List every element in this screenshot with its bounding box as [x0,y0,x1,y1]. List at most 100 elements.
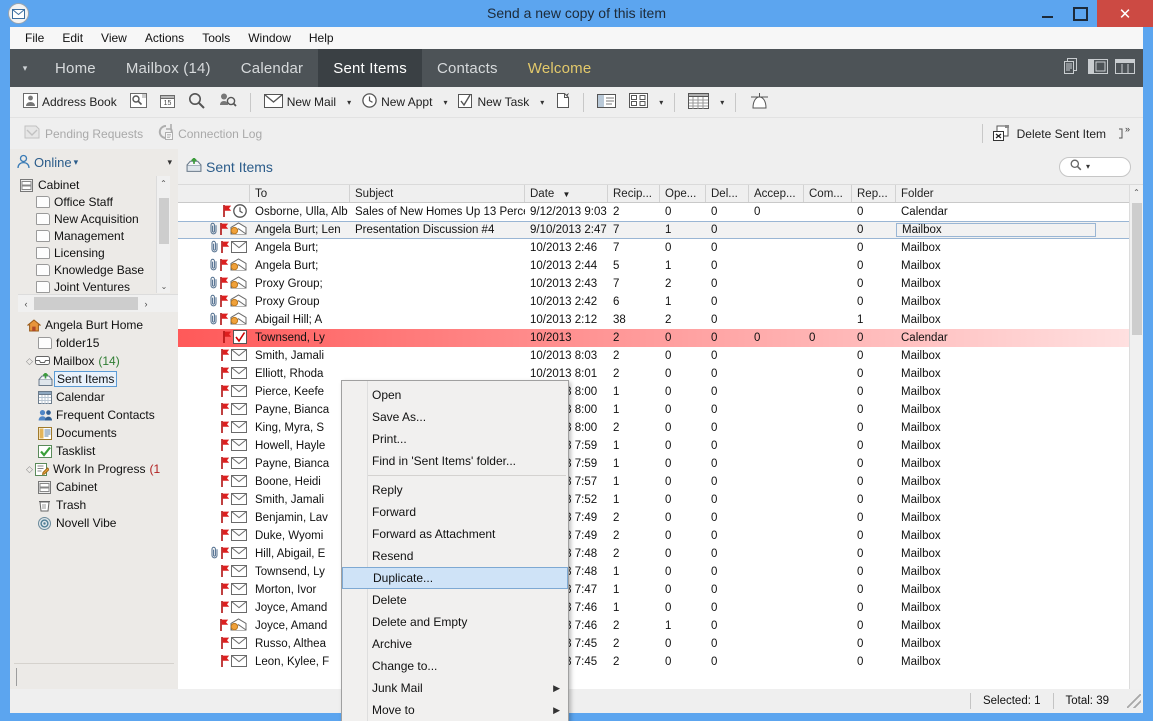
column-header-replied[interactable]: Rep... [852,185,896,202]
scroll-thumb[interactable] [159,198,169,244]
menu-view[interactable]: View [92,28,136,48]
table-row[interactable]: Boone, Heidi10/2013 7:571000Mailbox [178,473,1143,491]
filter-button[interactable] [744,90,775,114]
sidebar-item-calendar[interactable]: Calendar [14,388,178,406]
table-row[interactable]: Elliott, Rhoda 10/2013 8:01 2 0 0 0 Mailbox [178,365,1143,383]
sidebar-item-folder15[interactable]: folder15 [14,334,178,352]
table-row[interactable]: Townsend, Ly10/2013 7:481000Mailbox [178,563,1143,581]
minimize-button[interactable] [1031,0,1064,27]
sidebar-item-angela-burt-home[interactable]: Angela Burt Home [14,316,178,334]
table-row[interactable]: Joyce, Amand10/2013 7:461000Mailbox [178,599,1143,617]
column-header-completed[interactable]: Com... [804,185,852,202]
column-header-opened[interactable]: Ope... [660,185,706,202]
toolbar-overflow-button[interactable]: » [1111,122,1137,146]
sidebar-item-tasklist[interactable]: Tasklist [14,442,178,460]
tree-item-licensing[interactable]: Licensing [18,244,170,261]
tab-dropdown-caret-icon[interactable]: ▾ [10,49,40,87]
sidebar-item-novell-vibe[interactable]: Novell Vibe [14,514,178,532]
column-header-icons[interactable] [178,185,250,202]
table-row[interactable]: Abigail Hill; A 10/2013 2:12 38 2 0 1 Mailbox [178,311,1143,329]
context-menu-item-duplicate[interactable]: Duplicate... [342,567,568,589]
table-row[interactable]: Morton, Ivor10/2013 7:471000Mailbox [178,581,1143,599]
tab-contacts[interactable]: Contacts [422,49,513,87]
table-row[interactable]: Pierce, Keefe10/2013 8:001000Mailbox [178,383,1143,401]
context-menu-item-change-to[interactable]: Change to... [342,655,568,677]
column-header-accepted[interactable]: Accep... [749,185,804,202]
new-mail-caret-icon[interactable]: ▾ [344,98,354,107]
context-menu-item-delete-and-empty[interactable]: Delete and Empty [342,611,568,633]
column-header-date[interactable]: Date ▼ [525,185,608,202]
pane-layout-left-icon[interactable] [1088,59,1108,77]
copy-tabs-icon[interactable] [1064,58,1081,78]
context-menu-item-open[interactable]: Open [342,384,568,406]
search-caret-icon[interactable]: ▾ [1086,162,1090,171]
context-menu-item-forward[interactable]: Forward [342,501,568,523]
menu-window[interactable]: Window [239,28,300,48]
tree-item-office-staff[interactable]: Office Staff [18,193,170,210]
delete-sent-item-button[interactable]: Delete Sent Item [988,122,1111,146]
tab-calendar[interactable]: Calendar [226,49,318,87]
menu-edit[interactable]: Edit [53,28,92,48]
table-row[interactable]: Hill, Abigail, E10/2013 7:482000Mailbox [178,545,1143,563]
context-menu-item-print[interactable]: Print... [342,428,568,450]
calendar-grid-button[interactable] [683,90,714,114]
column-header-folder[interactable]: Folder [896,185,1096,202]
tab-home[interactable]: Home [40,49,111,87]
sidebar-item-frequent-contacts[interactable]: Frequent Contacts [14,406,178,424]
new-document-button[interactable] [550,90,575,114]
context-menu-item-save-as[interactable]: Save As... [342,406,568,428]
calendar-grid-caret-icon[interactable]: ▾ [717,98,727,107]
table-row[interactable]: Angela Burt; 10/2013 2:44 5 1 0 0 Mailbox [178,257,1143,275]
column-header-to[interactable]: To [250,185,350,202]
column-header-deleted[interactable]: Del... [706,185,749,202]
table-row[interactable]: Angela Burt; Len Presentation Discussion … [178,221,1143,239]
context-menu-item-junk-mail[interactable]: Junk Mail ▶ [342,677,568,699]
context-menu-item-forward-as-attachment[interactable]: Forward as Attachment [342,523,568,545]
new-task-button[interactable]: New Task [453,90,534,114]
message-list-scrollbar[interactable]: ⌃ [1129,185,1143,689]
menu-file[interactable]: File [16,28,53,48]
search-input[interactable]: ▾ [1059,156,1131,177]
new-task-caret-icon[interactable]: ▾ [537,98,547,107]
expander-icon[interactable]: ◇ [24,356,35,367]
table-row[interactable]: Howell, Hayle10/2013 7:591000Mailbox [178,437,1143,455]
table-row[interactable]: Leon, Kylee, F10/2013 7:452000Mailbox [178,653,1143,671]
address-selector-button[interactable] [125,90,152,114]
sidebar-item-mailbox[interactable]: ◇ Mailbox (14) [14,352,178,370]
scroll-left-icon[interactable]: ‹ [18,299,34,309]
tree-item-management[interactable]: Management [18,227,170,244]
table-row[interactable]: Osborne, Ulla, Alb Sales of New Homes Up … [178,203,1143,221]
menu-actions[interactable]: Actions [136,28,193,48]
tree-item-new-acquisition[interactable]: New Acquisition [18,210,170,227]
scroll-thumb[interactable] [1132,203,1142,335]
sidebar-item-work-in-progress[interactable]: ◇ Work In Progress (1 [14,460,178,478]
tree-item-joint-ventures[interactable]: Joint Ventures [18,278,170,293]
display-settings-button[interactable] [624,90,653,114]
table-row[interactable]: King, Myra, S10/2013 8:002000Mailbox [178,419,1143,437]
online-caret-icon[interactable]: ▾ [74,157,79,168]
table-row[interactable]: Proxy Group 10/2013 2:42 6 1 0 0 Mailbox [178,293,1143,311]
menu-help[interactable]: Help [300,28,343,48]
maximize-button[interactable] [1064,0,1097,27]
scroll-down-icon[interactable]: ⌄ [157,279,170,293]
resize-grip-icon[interactable] [1127,694,1141,708]
sidebar-item-cabinet[interactable]: Cabinet [14,478,178,496]
tab-welcome[interactable]: Welcome [513,49,607,87]
table-row[interactable]: Benjamin, Lav10/2013 7:492000Mailbox [178,509,1143,527]
cabinet-horizontal-scrollbar[interactable]: ‹ › [18,294,184,312]
new-appt-caret-icon[interactable]: ▾ [440,98,450,107]
menu-tools[interactable]: Tools [193,28,239,48]
table-row[interactable]: Payne, Bianca10/2013 7:591000Mailbox [178,455,1143,473]
expander-icon[interactable]: ◇ [24,464,35,475]
online-status-bar[interactable]: Online ▾ ▾ [10,149,178,176]
context-menu[interactable]: Open Save As... Print... Find in 'Sent Item… [341,380,569,721]
reading-pane-button[interactable] [592,90,621,114]
context-menu-item-reply[interactable]: Reply [342,479,568,501]
scroll-up-icon[interactable]: ⌃ [1130,185,1143,201]
table-row[interactable]: Proxy Group; 10/2013 2:43 7 2 0 0 Mailbox [178,275,1143,293]
connection-log-button[interactable]: Connection Log [152,122,267,146]
table-row[interactable]: Joyce, Amand10/2013 7:462100Mailbox [178,617,1143,635]
sidebar-item-documents[interactable]: Documents [14,424,178,442]
context-menu-item-find-in-sent-items-folder[interactable]: Find in 'Sent Items' folder... [342,450,568,472]
sidebar-item-sent-items[interactable]: Sent Items [14,370,178,388]
